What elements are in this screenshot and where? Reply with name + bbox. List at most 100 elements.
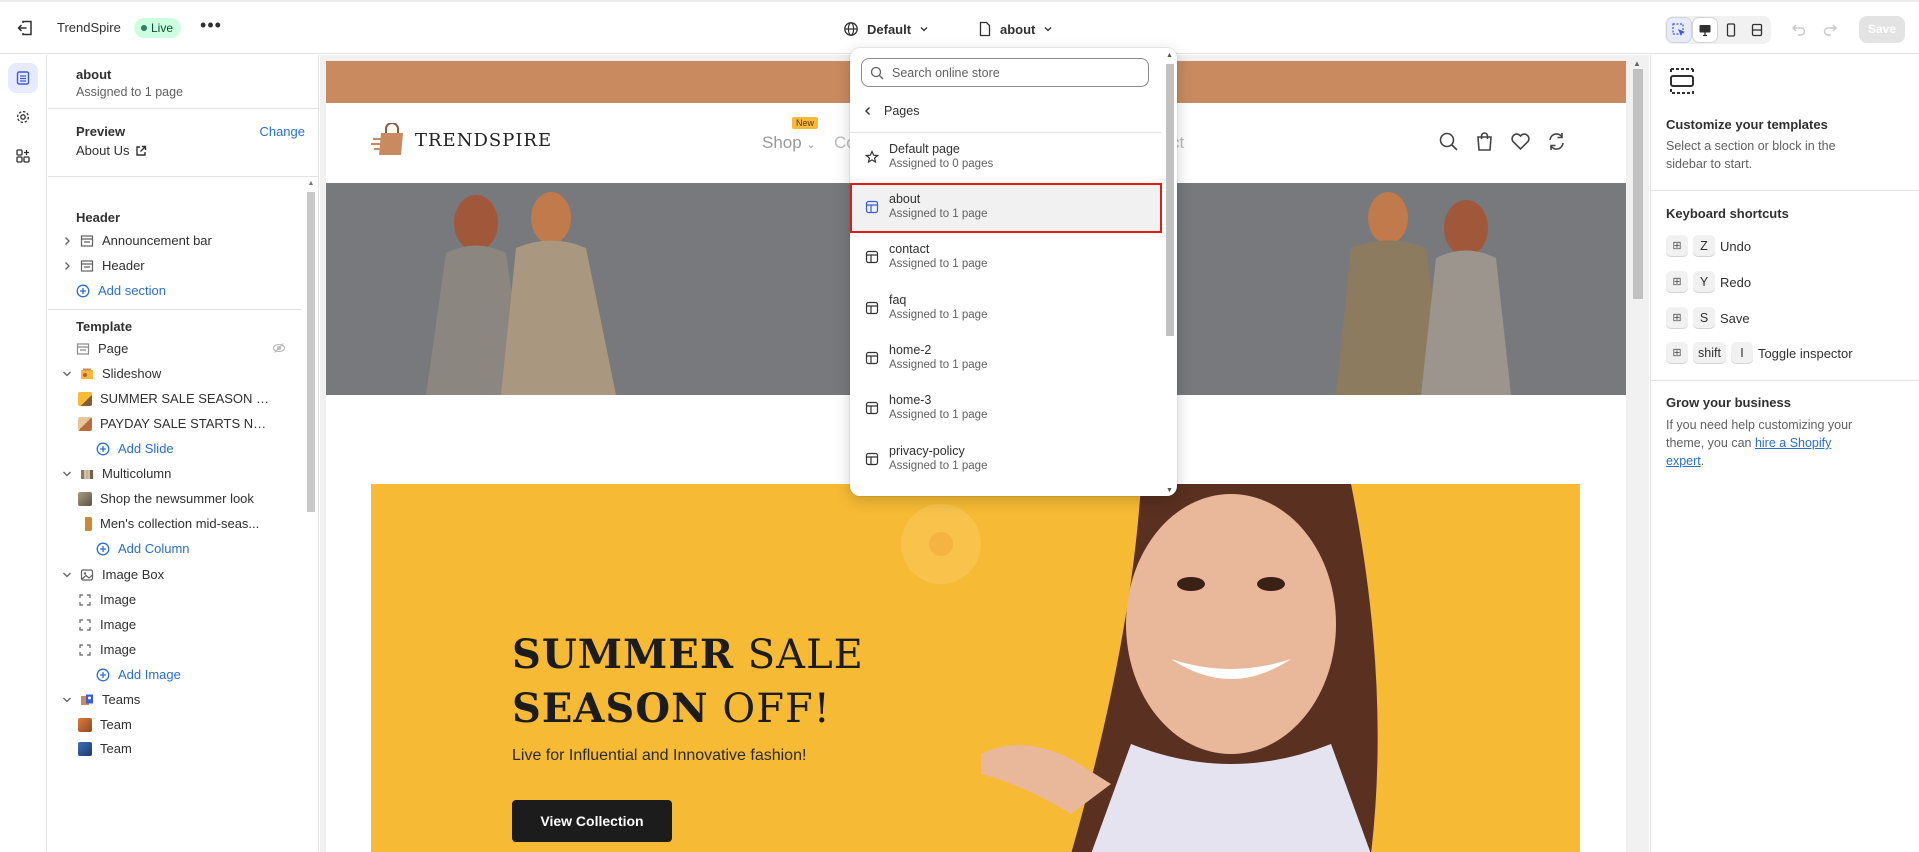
tree-item-teams[interactable]: Teams — [48, 687, 302, 712]
tree-item-team-2[interactable]: Team — [48, 736, 302, 761]
tree-item-slideshow[interactable]: Slideshow — [48, 361, 302, 386]
section-icon — [78, 257, 96, 275]
shortcut-label: Undo — [1720, 238, 1752, 254]
desktop-view-button[interactable] — [1693, 18, 1717, 42]
tree-item-team-1[interactable]: Team — [48, 712, 302, 737]
sidebar-header: about Assigned to 1 page — [48, 55, 318, 109]
tree-item-page[interactable]: Page — [48, 336, 302, 361]
redo-icon[interactable] — [1821, 20, 1839, 38]
preview-value-label: About Us — [76, 143, 130, 158]
heart-icon[interactable] — [1510, 131, 1531, 152]
eye-off-icon[interactable] — [272, 341, 286, 355]
template-title: about — [76, 67, 112, 82]
sections-button[interactable] — [8, 63, 38, 93]
page-option-home-3[interactable]: home-3 Assigned to 1 page — [850, 384, 1162, 434]
preview-change-link[interactable]: Change — [259, 124, 305, 139]
image-placeholder-icon — [76, 591, 94, 609]
undo-icon[interactable] — [1790, 20, 1808, 38]
fullscreen-view-button[interactable] — [1745, 18, 1769, 42]
add-image-button[interactable]: Add Image — [48, 662, 302, 687]
back-to-pages-button[interactable]: Pages — [864, 104, 919, 118]
apps-button[interactable] — [8, 141, 38, 171]
sidebar-scrollbar[interactable]: ▲ — [305, 180, 315, 852]
tree-item-slide-1[interactable]: SUMMER SALE SEASON O... — [48, 386, 302, 411]
compare-icon[interactable] — [1546, 131, 1567, 152]
chevron-down-icon[interactable] — [60, 470, 74, 478]
scroll-up-arrow[interactable]: ▲ — [1633, 59, 1641, 68]
tree-item-header[interactable]: Header — [48, 253, 302, 278]
page-option-faq[interactable]: faq Assigned to 1 page — [850, 284, 1162, 334]
live-badge: Live — [134, 18, 182, 38]
nav-shop-link[interactable]: Shop ⌄ — [762, 133, 816, 153]
chevron-down-icon[interactable] — [60, 370, 74, 378]
tree-item-column-1[interactable]: Shop the newsummer look — [48, 486, 302, 511]
tree-item-column-2[interactable]: Men's collection mid-seas... — [48, 511, 302, 536]
search-icon[interactable] — [1438, 131, 1459, 152]
page-option-subtitle: Assigned to 1 page — [889, 208, 988, 220]
tree-item-image-box[interactable]: Image Box — [48, 562, 302, 587]
banner-title: SUMMER SALE SEASON OFF! — [512, 628, 864, 736]
theme-selector-label: Default — [867, 21, 912, 37]
add-slide-label: Add Slide — [118, 441, 174, 456]
chevron-right-icon[interactable] — [60, 261, 74, 271]
tree-item-label: Multicolumn — [102, 466, 172, 481]
dropdown-scrollbar[interactable]: ▲ ▼ — [1163, 48, 1177, 496]
theme-settings-button[interactable] — [8, 102, 38, 132]
preview-scrollbar[interactable]: ▲ — [1627, 55, 1649, 852]
template-icon — [865, 351, 879, 365]
shortcut-key: I — [1730, 342, 1753, 364]
search-placeholder: Search online store — [892, 65, 1000, 80]
inspector-button[interactable] — [1667, 18, 1691, 42]
page-selector-dropdown: Search online store Pages Default page A… — [850, 48, 1177, 496]
page-option-title: home-2 — [889, 343, 932, 357]
exit-icon[interactable] — [15, 18, 35, 38]
scrollbar-thumb[interactable] — [1633, 69, 1643, 299]
slideshow-banner[interactable]: SUMMER SALE SEASON OFF! Live for Influen… — [371, 484, 1580, 852]
page-option-home-2[interactable]: home-2 Assigned to 1 page — [850, 334, 1162, 384]
theme-selector[interactable]: Default — [843, 18, 929, 40]
page-option-subtitle: Assigned to 1 page — [889, 460, 988, 472]
scroll-up-arrow[interactable]: ▲ — [307, 180, 315, 190]
tree-item-image-1[interactable]: Image — [48, 587, 302, 612]
shortcut-save: ⊞ S Save — [1666, 307, 1750, 329]
cart-icon[interactable] — [1474, 131, 1495, 152]
shopping-bag-logo-icon — [371, 123, 403, 155]
page-selector[interactable]: about — [978, 18, 1053, 40]
preview-value[interactable]: About Us — [76, 143, 147, 158]
page-option-privacy-policy[interactable]: privacy-policy Assigned to 1 page — [850, 435, 1162, 485]
tree-item-image-2[interactable]: Image — [48, 612, 302, 637]
tree-item-slide-2[interactable]: PAYDAY SALE STARTS NOW — [48, 411, 302, 436]
view-collection-button[interactable]: View Collection — [512, 800, 672, 842]
template-icon — [865, 301, 879, 315]
scroll-down-arrow[interactable]: ▼ — [1166, 487, 1173, 494]
scrollbar-thumb[interactable] — [307, 192, 315, 512]
logo-text: TRENDSPIRE — [415, 129, 553, 151]
tree-item-image-3[interactable]: Image — [48, 637, 302, 662]
header-group-label: Header — [76, 210, 121, 225]
template-icon — [865, 401, 879, 415]
page-option-default[interactable]: Default page Assigned to 0 pages — [850, 133, 1162, 183]
store-logo[interactable]: TRENDSPIRE — [371, 123, 552, 157]
tree-item-announcement-bar[interactable]: Announcement bar — [48, 228, 302, 253]
mobile-view-button[interactable] — [1719, 18, 1743, 42]
more-actions-button[interactable]: ••• — [200, 16, 222, 38]
chevron-down-icon[interactable] — [60, 571, 74, 579]
page-option-about[interactable]: about Assigned to 1 page — [850, 183, 1162, 233]
banner-subtitle: Live for Influential and Innovative fash… — [512, 747, 807, 764]
scrollbar-thumb[interactable] — [1166, 64, 1174, 336]
add-slide-button[interactable]: Add Slide — [48, 436, 302, 461]
page-option-contact[interactable]: contact Assigned to 1 page — [850, 233, 1162, 283]
shortcut-undo: ⊞ Z Undo — [1666, 235, 1751, 257]
customize-title: Customize your templates — [1666, 117, 1828, 132]
save-button[interactable]: Save — [1859, 16, 1905, 43]
image-placeholder-icon — [76, 616, 94, 634]
scroll-up-arrow[interactable]: ▲ — [1166, 52, 1173, 59]
tree-item-multicolumn[interactable]: Multicolumn — [48, 461, 302, 486]
tree-item-label: Slideshow — [102, 366, 162, 381]
search-input[interactable]: Search online store — [861, 58, 1149, 87]
add-column-button[interactable]: Add Column — [48, 536, 302, 561]
add-section-button[interactable]: Add section — [48, 278, 302, 303]
chevron-right-icon[interactable] — [60, 236, 74, 246]
shortcut-key: shift — [1693, 342, 1726, 364]
chevron-down-icon[interactable] — [60, 696, 74, 704]
